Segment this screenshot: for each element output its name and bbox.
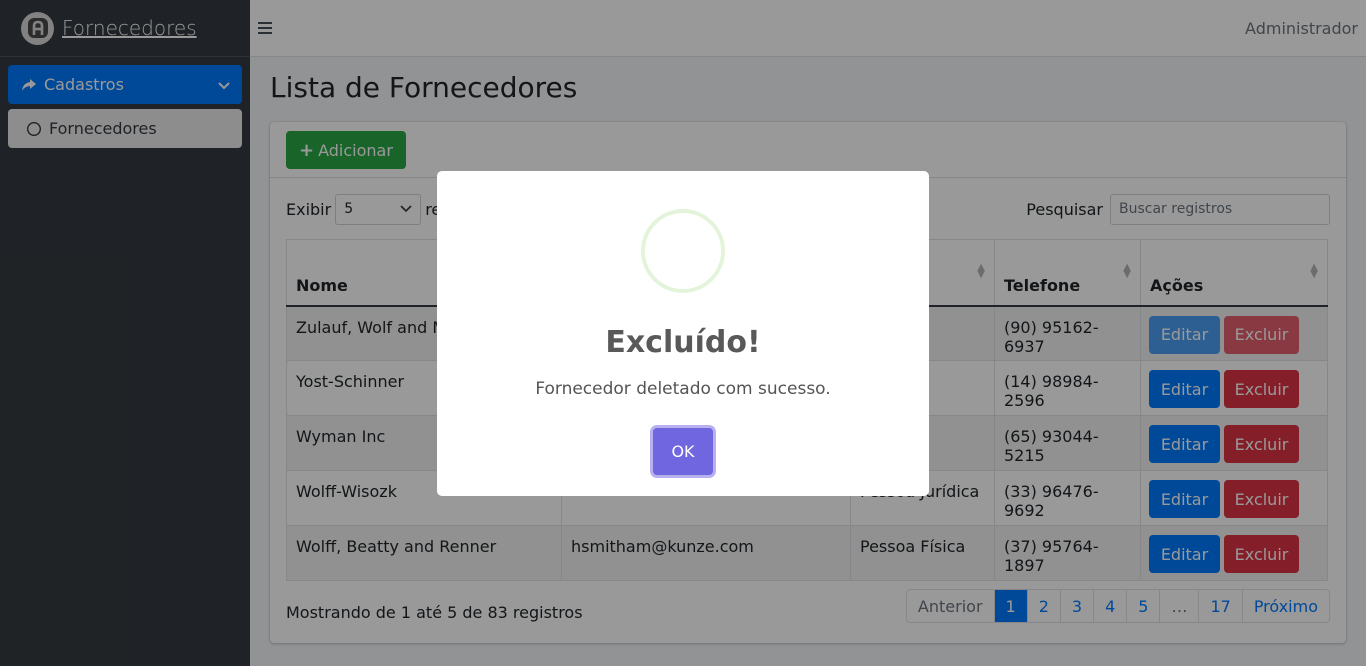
modal-backdrop[interactable]: Excluído! Fornecedor deletado com sucess… [0,0,1366,666]
success-dialog: Excluído! Fornecedor deletado com sucess… [437,171,929,496]
dialog-message: Fornecedor deletado com sucesso. [535,379,831,399]
dialog-title: Excluído! [605,325,761,360]
ok-button[interactable]: OK [653,428,713,475]
success-icon [641,209,725,293]
